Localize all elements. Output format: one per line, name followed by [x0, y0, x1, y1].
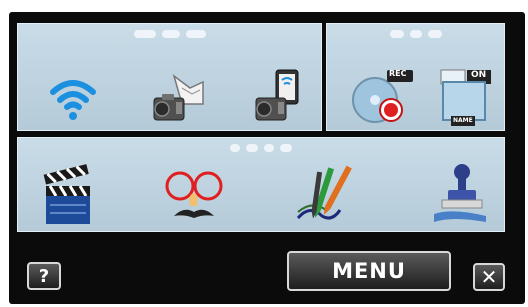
panel-network: [17, 23, 322, 131]
close-button[interactable]: ✕: [473, 263, 505, 291]
stamp-icon[interactable]: [432, 160, 488, 226]
smartphone-camera-icon[interactable]: [250, 68, 308, 124]
panel-title-blurred: [327, 30, 504, 38]
pens-icon[interactable]: [296, 164, 360, 226]
face-glasses-icon[interactable]: [164, 168, 226, 226]
rec-disc-icon[interactable]: REC: [351, 68, 417, 124]
camera-network-icon[interactable]: [148, 74, 206, 124]
help-button[interactable]: ?: [27, 262, 61, 290]
date-name-icon[interactable]: ON NAME: [437, 68, 495, 128]
panel-recording: REC ON NAME: [326, 23, 505, 131]
panel-title-blurred: [18, 144, 504, 152]
panel-effects: [17, 137, 505, 232]
date-name-tag: NAME: [453, 117, 473, 124]
menu-button[interactable]: MENU: [287, 251, 451, 291]
date-on-badge: ON: [471, 70, 487, 80]
wifi-icon[interactable]: [50, 76, 96, 122]
rec-badge: REC: [389, 69, 407, 78]
clapperboard-icon[interactable]: [42, 164, 94, 226]
panel-title-blurred: [18, 30, 321, 38]
